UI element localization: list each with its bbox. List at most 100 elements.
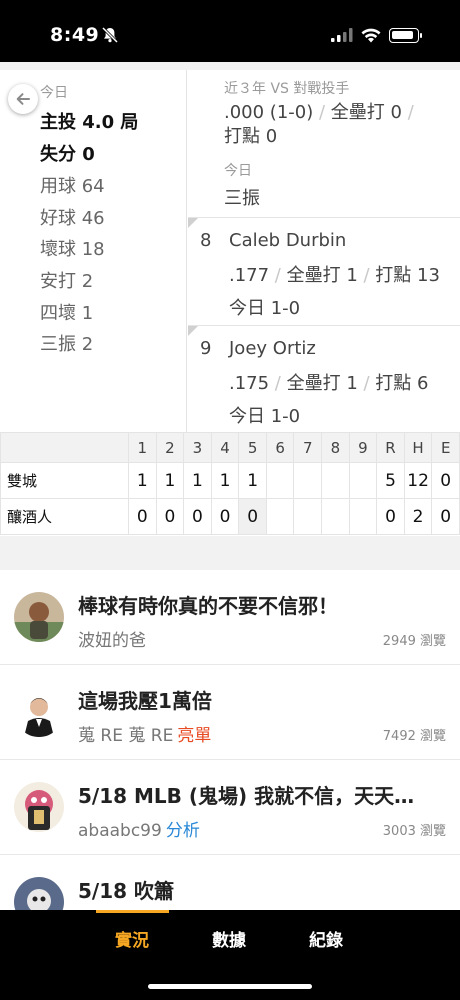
article-title: 5/18 吹簫 <box>78 879 175 903</box>
inning-score <box>293 462 323 499</box>
pitch-count: 用球 64 <box>40 176 105 197</box>
batter-season-stats: .175 / 全壘打 1 / 打點 6 <box>229 369 428 395</box>
article-item[interactable]: 這場我壓1萬倍 蒐 RE 蒐 RE 亮單 7492 瀏覽 <box>0 665 460 760</box>
article-author-line: 波妞的爸 <box>78 626 146 651</box>
tab-stats[interactable]: 數據 <box>212 926 246 951</box>
tab-live[interactable]: 實況 <box>115 926 149 951</box>
inning-header: 3 <box>183 432 212 463</box>
batter-today-label: 今日 <box>224 163 252 179</box>
strike-count: 好球 46 <box>40 208 105 229</box>
batter-name: Caleb Durbin <box>229 230 347 251</box>
runs-allowed: 失分 0 <box>40 144 95 165</box>
article-views: 7492 瀏覽 <box>382 729 446 744</box>
article-title: 5/18 MLB (鬼場) 我就不信，天天… <box>78 784 415 808</box>
innings-pitched: 主投 4.0 局 <box>40 112 139 133</box>
status-bar: 8:49 <box>0 0 460 62</box>
batter-rbi: 打點 6 <box>375 373 429 394</box>
wifi-icon <box>361 28 381 43</box>
batter-avg: .175 <box>229 373 270 394</box>
batter-today-result: 三振 <box>224 188 260 209</box>
tab-records[interactable]: 紀錄 <box>309 926 343 951</box>
walks: 四壞 1 <box>40 303 94 324</box>
status-time: 8:49 <box>50 24 100 46</box>
separator: / <box>357 373 376 394</box>
inning-score: 1 <box>210 462 240 499</box>
separator: / <box>269 373 287 394</box>
avatar <box>14 592 64 642</box>
hits-header: H <box>403 432 433 463</box>
home-indicator <box>148 984 312 989</box>
inning-header: 8 <box>321 432 350 463</box>
article-views: 2949 瀏覽 <box>382 634 446 649</box>
hits-allowed: 安打 2 <box>40 271 94 292</box>
vs-avg: .000 (1-0) <box>224 102 314 123</box>
batting-order: 8 <box>200 230 212 251</box>
back-button[interactable] <box>8 84 38 114</box>
top-divider <box>0 62 460 70</box>
batting-order: 9 <box>200 338 212 359</box>
article-item[interactable]: 5/18 MLB (鬼場) 我就不信，天天… abaabc99 分析 3003 瀏… <box>0 760 460 855</box>
separator: / <box>407 102 414 123</box>
header-blank <box>0 432 129 463</box>
article-author: 波妞的爸 <box>78 631 146 651</box>
inning-header: 9 <box>348 432 378 463</box>
inning-score: 1 <box>155 462 185 499</box>
batter-season-stats: .177 / 全壘打 1 / 打點 13 <box>229 261 440 287</box>
inning-header: 4 <box>210 432 240 463</box>
batter-row[interactable]: 9 Joey Ortiz .175 / 全壘打 1 / 打點 6 今日 1-0 <box>188 326 460 434</box>
corner-marker <box>188 218 198 228</box>
batter-today: 今日 1-0 <box>229 406 301 427</box>
separator: / <box>269 265 287 286</box>
inning-header: 1 <box>128 432 157 463</box>
batter-hr: 全壘打 1 <box>286 373 358 394</box>
article-author-line: 蒐 RE 蒐 RE 亮單 <box>78 721 211 746</box>
battery-icon <box>389 28 422 43</box>
batter-row[interactable]: 8 Caleb Durbin .177 / 全壘打 1 / 打點 13 今日 1… <box>188 218 460 326</box>
linescore: 1 2 3 4 5 6 7 8 9 R H E 雙城 1 1 1 1 1 5 1… <box>0 432 460 535</box>
inning-header: 2 <box>155 432 185 463</box>
inning-score <box>321 498 350 535</box>
inning-header: 7 <box>293 432 323 463</box>
inning-score: 0 <box>210 498 240 535</box>
vs-hr: 全壘打 0 <box>330 102 402 123</box>
inning-score <box>265 462 295 499</box>
inning-score-current: 0 <box>238 498 267 535</box>
article-item[interactable]: 棒球有時你真的不要不信邪！ 波妞的爸 2949 瀏覽 <box>0 570 460 665</box>
team-errors: 0 <box>431 462 460 499</box>
strikeouts: 三振 2 <box>40 334 94 355</box>
separator: / <box>318 102 331 123</box>
avatar <box>14 687 64 737</box>
vs-stats-line-1: .000 (1-0) / 全壘打 0 / <box>224 98 414 124</box>
article-views: 3003 瀏覽 <box>382 824 446 839</box>
inning-score: 0 <box>155 498 185 535</box>
inning-score <box>348 498 378 535</box>
today-label: 今日 <box>40 85 68 101</box>
team-hits: 2 <box>403 498 433 535</box>
team-name: 雙城 <box>0 462 129 499</box>
inning-score: 1 <box>128 462 157 499</box>
inning-score: 1 <box>183 462 212 499</box>
article-tag: 分析 <box>165 821 200 841</box>
bell-off-icon <box>101 26 119 44</box>
avatar <box>14 782 64 832</box>
team-errors: 0 <box>431 498 460 535</box>
batter-today: 今日 1-0 <box>229 298 301 319</box>
article-title: 這場我壓1萬倍 <box>78 689 212 713</box>
team-runs: 5 <box>376 462 405 499</box>
ball-count: 壞球 18 <box>40 239 105 260</box>
inning-score: 1 <box>238 462 267 499</box>
active-tab-indicator <box>96 910 169 913</box>
inning-header: 5 <box>238 432 267 463</box>
inning-score <box>265 498 295 535</box>
team-runs: 0 <box>376 498 405 535</box>
cellular-signal-icon <box>331 28 353 42</box>
current-batter-card: 近３年 VS 對戰投手 .000 (1-0) / 全壘打 0 / 打點 0 今日… <box>188 70 460 218</box>
vs-stats-line-2: 打點 0 <box>224 122 277 148</box>
article-title: 棒球有時你真的不要不信邪！ <box>78 594 338 618</box>
batter-avg: .177 <box>229 265 270 286</box>
team-row-away: 雙城 1 1 1 1 1 5 12 0 <box>0 462 460 499</box>
separator: / <box>357 265 376 286</box>
vs-pitcher-label: 近３年 VS 對戰投手 <box>224 81 350 97</box>
runs-header: R <box>376 432 405 463</box>
section-divider <box>0 536 460 570</box>
